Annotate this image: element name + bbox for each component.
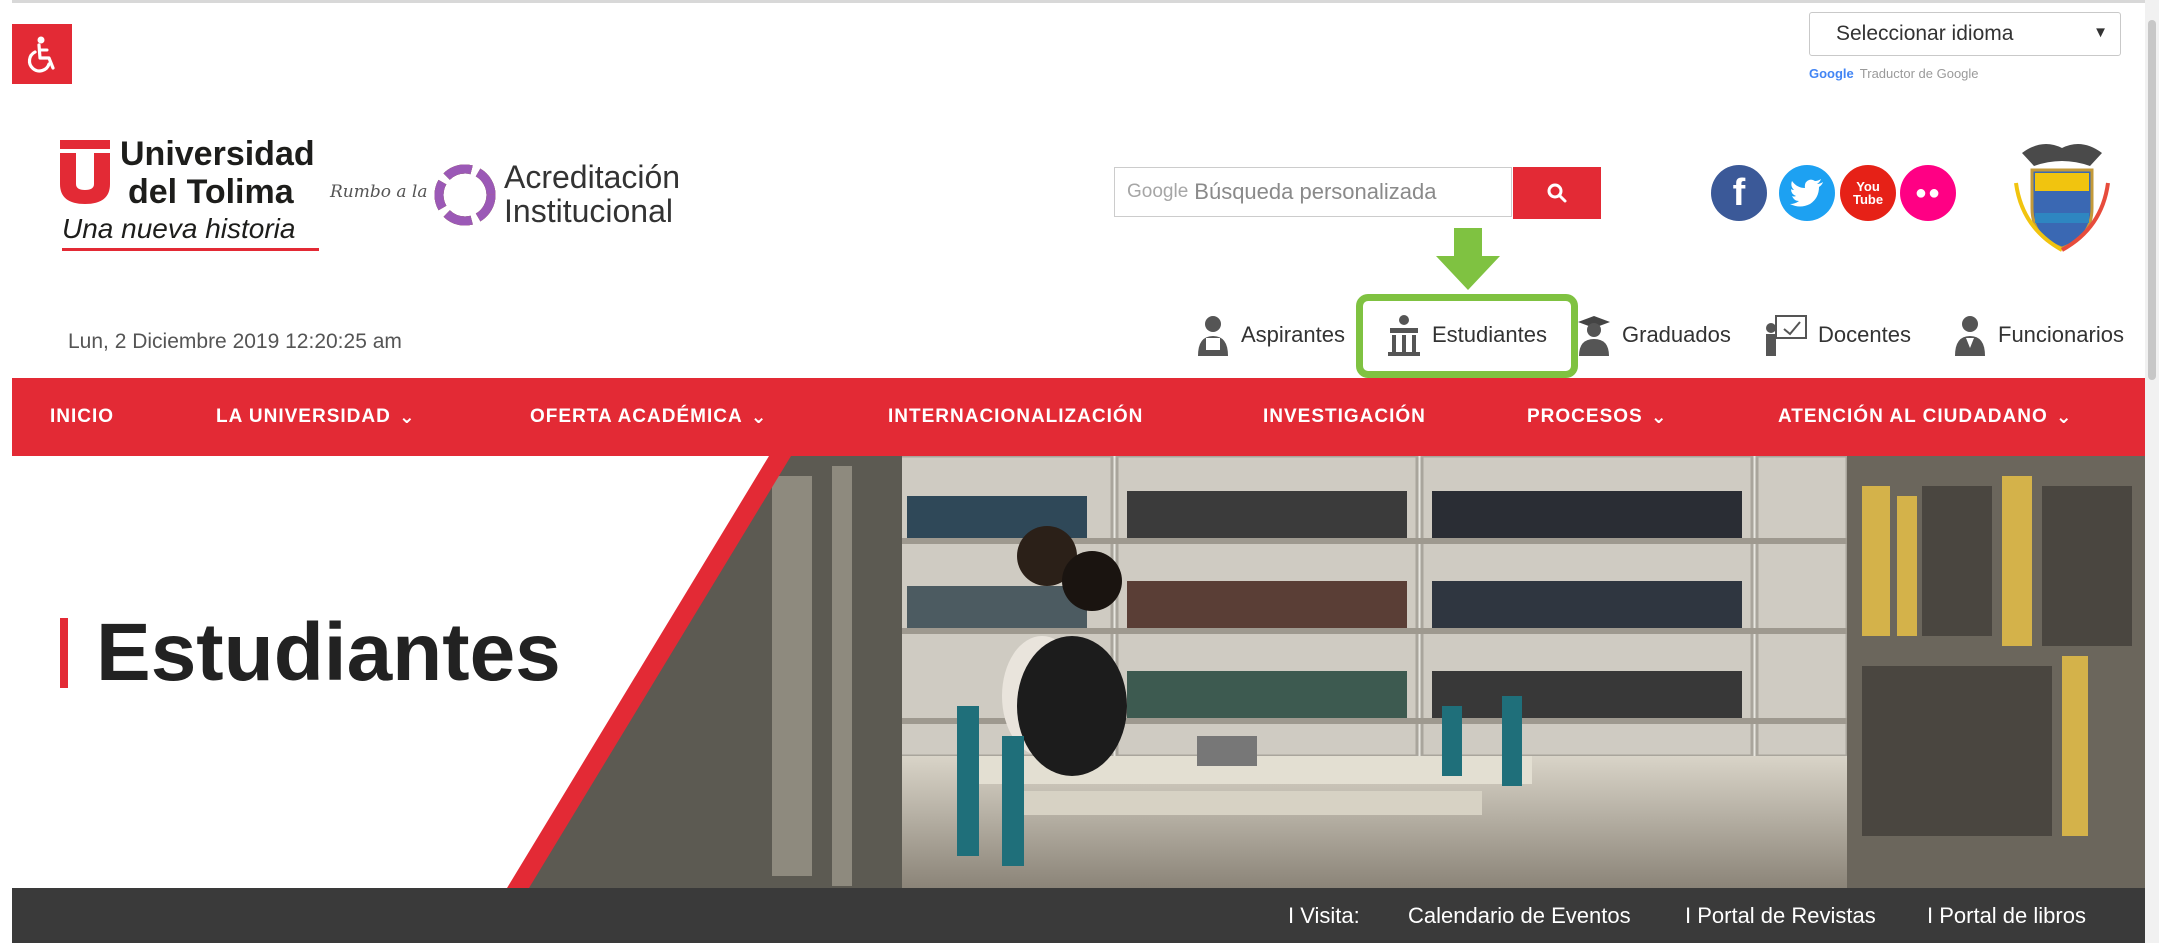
nav-item-oferta-academica[interactable]: OFERTA ACADÉMICA ⌄ [530,378,768,456]
accreditation-logo-icon [434,164,496,226]
role-link-estudiantes[interactable]: Estudiantes [1386,312,1547,358]
accreditation-line2: Institucional [504,193,673,229]
university-name-line1: Universidad [120,135,315,173]
current-datetime: Lun, 2 Diciembre 2019 12:20:25 am [68,330,402,353]
quick-links-bar: I Visita: Calendario de Eventos I Portal… [12,888,2145,943]
flickr-icon[interactable]: ●● [1900,165,1956,221]
university-slogan: Una nueva historia [62,213,296,244]
student-icon [1388,315,1420,356]
facebook-icon[interactable]: f [1711,165,1767,221]
chevron-down-icon: ⌄ [1650,406,1668,428]
nav-item-internacionalizacion[interactable]: INTERNACIONALIZACIÓN [888,378,1143,456]
nav-item-atencion-al-ciudadano[interactable]: ATENCIÓN AL CIUDADANO ⌄ [1778,378,2073,456]
shield-logo-icon [60,140,110,204]
aspirant-icon [1198,316,1228,356]
university-name-line2: del Tolima [128,173,294,211]
role-label: Funcionarios [1998,322,2124,347]
role-label: Graduados [1622,322,1731,347]
language-select[interactable]: Seleccionar idioma ▼ [1809,12,2121,56]
dropdown-arrow-icon: ▼ [2093,24,2108,41]
nav-item-la-universidad[interactable]: LA UNIVERSIDAD ⌄ [216,378,416,456]
role-label: Docentes [1818,322,1911,347]
role-link-funcionarios[interactable]: Funcionarios [1952,312,2124,358]
nav-item-inicio[interactable]: INICIO [50,378,114,456]
university-name: Universidad del Tolima [120,135,315,211]
youtube-icon[interactable]: You Tube [1840,165,1896,221]
accreditation-text: Acreditación Institucional [504,160,680,228]
link-calendario-eventos[interactable]: Calendario de Eventos [1408,888,1631,943]
translator-label: Traductor de Google [1859,66,1979,81]
nav-item-investigacion[interactable]: INVESTIGACIÓN [1263,378,1426,456]
accreditation-prefix: Rumbo a la [330,182,428,202]
staff-icon [1955,316,1985,356]
google-brand: Google [1809,66,1854,81]
title-accent-bar [60,618,68,688]
role-link-docentes[interactable]: Docentes [1764,312,1911,358]
university-logo[interactable]: Universidad del Tolima Una nueva histori… [60,135,325,255]
role-label: Aspirantes [1241,322,1345,347]
main-nav: INICIO LA UNIVERSIDAD ⌄ OFERTA ACADÉMICA… [12,378,2145,456]
chevron-down-icon: ⌄ [750,406,768,428]
link-portal-revistas[interactable]: I Portal de Revistas [1685,888,1876,943]
slogan-underline [62,248,319,251]
accreditation-line1: Acreditación [504,159,681,195]
twitter-icon[interactable] [1779,165,1835,221]
page-scrollbar[interactable] [2145,0,2159,943]
hero-title: Estudiantes [60,606,561,700]
accessibility-button[interactable] [12,24,72,84]
google-translate-credit[interactable]: Google Traductor de Google [1809,66,1979,81]
scroll-thumb[interactable] [2148,20,2156,380]
chevron-down-icon: ⌄ [398,406,416,428]
search-icon [1547,183,1567,203]
chevron-down-icon: ⌄ [2055,406,2073,428]
role-label: Estudiantes [1432,322,1547,347]
search-google-brand: Google [1127,181,1189,202]
search-input[interactable]: Google Búsqueda personalizada [1114,167,1512,217]
colombia-coat-of-arms-icon [2014,144,2110,252]
link-portal-libros[interactable]: I Portal de libros [1927,888,2086,943]
search-button[interactable] [1513,167,1601,219]
role-link-aspirantes[interactable]: Aspirantes [1195,312,1345,358]
teacher-icon [1766,315,1807,356]
visit-label: I Visita: [1288,902,1360,928]
role-link-graduados[interactable]: Graduados [1576,312,1731,358]
top-border [12,0,2145,3]
hero-title-text: Estudiantes [96,607,561,698]
graduate-icon [1578,316,1610,356]
language-select-value: Seleccionar idioma [1836,22,2014,45]
green-down-arrow-icon [1436,228,1500,290]
wheelchair-icon [27,36,55,73]
page: Seleccionar idioma ▼ Google Traductor de… [12,0,2145,943]
nav-item-procesos[interactable]: PROCESOS ⌄ [1527,378,1668,456]
hero-banner: Estudiantes [12,456,2145,888]
search-placeholder: Búsqueda personalizada [1194,179,1437,204]
